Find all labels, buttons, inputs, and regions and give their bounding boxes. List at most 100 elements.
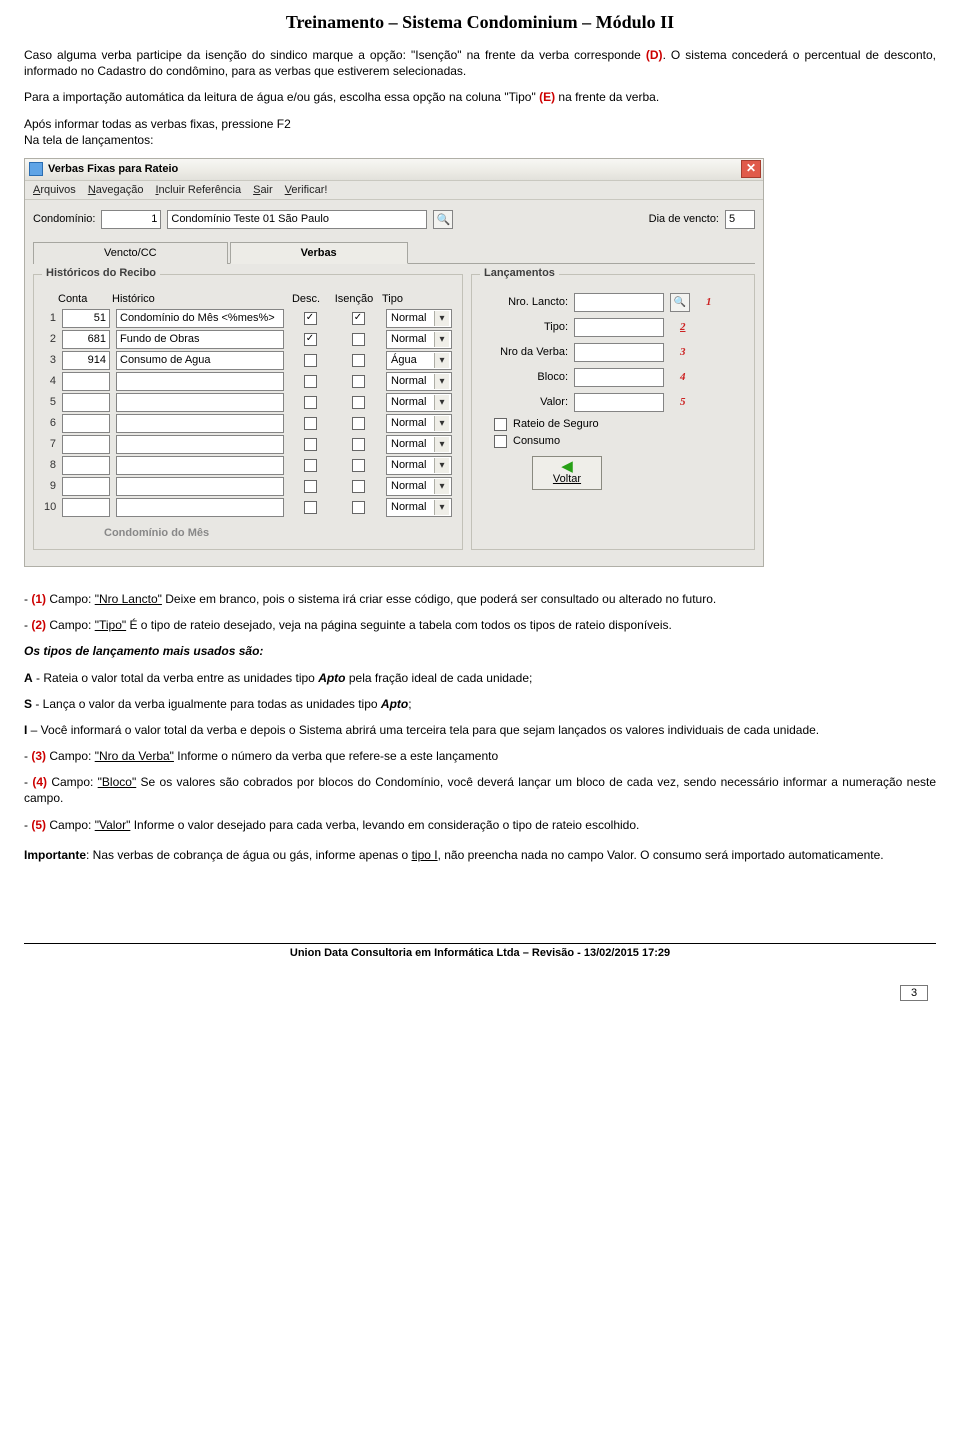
desc-checkbox[interactable] <box>304 375 317 388</box>
menu-incluir[interactable]: Incluir Referência <box>155 184 241 196</box>
tipo-select[interactable]: Normal <box>386 435 452 454</box>
doc-title: Treinamento – Sistema Condominium – Módu… <box>24 12 936 33</box>
tipo-select[interactable]: Normal <box>386 456 452 475</box>
dia-vencto-input[interactable] <box>725 210 755 229</box>
condominio-num-input[interactable] <box>101 210 161 229</box>
table-row: 5Normal <box>44 393 452 412</box>
text: , não preencha nada no campo Valor. O co… <box>438 848 884 862</box>
conta-input[interactable] <box>62 330 110 349</box>
desc-checkbox[interactable]: ✓ <box>304 333 317 346</box>
conta-input[interactable] <box>62 309 110 328</box>
table-row: 10Normal <box>44 498 452 517</box>
isencao-checkbox[interactable] <box>352 459 365 472</box>
tipo-select[interactable]: Normal <box>386 393 452 412</box>
historico-input[interactable] <box>116 309 284 328</box>
explain-4: - (4) Campo: "Bloco" Se os valores são c… <box>24 774 936 806</box>
tipo-input[interactable] <box>574 318 664 337</box>
nro-verba-input[interactable] <box>574 343 664 362</box>
isencao-checkbox[interactable] <box>352 480 365 493</box>
historico-input[interactable] <box>116 393 284 412</box>
annotation-5: 5 <box>680 396 686 408</box>
isencao-checkbox[interactable] <box>352 438 365 451</box>
isencao-checkbox[interactable] <box>352 375 365 388</box>
dia-vencto-label: Dia de vencto: <box>649 213 719 225</box>
search-icon[interactable]: 🔍 <box>433 210 453 229</box>
menu-arquivos[interactable]: Arquivos <box>33 184 76 196</box>
legend-historicos: Históricos do Recibo <box>42 267 160 279</box>
tipo-select[interactable]: Normal <box>386 414 452 433</box>
condominio-label: Condomínio: <box>33 213 95 225</box>
isencao-checkbox[interactable] <box>352 396 365 409</box>
historico-input[interactable] <box>116 351 284 370</box>
desc-checkbox[interactable] <box>304 417 317 430</box>
field-name: "Tipo" <box>95 618 126 632</box>
text: Campo: <box>46 818 95 832</box>
conta-input[interactable] <box>62 477 110 496</box>
conta-input[interactable] <box>62 372 110 391</box>
desc-checkbox[interactable] <box>304 354 317 367</box>
tipo-select[interactable]: Normal <box>386 309 452 328</box>
historico-input[interactable] <box>116 477 284 496</box>
annotation-3: 3 <box>680 346 686 358</box>
conta-input[interactable] <box>62 435 110 454</box>
desc-checkbox[interactable] <box>304 501 317 514</box>
hdr-isencao: Isenção <box>332 293 376 305</box>
page-number: 3 <box>900 985 928 1001</box>
desc-checkbox[interactable] <box>304 438 317 451</box>
historico-input[interactable] <box>116 372 284 391</box>
text: Deixe em branco, pois o sistema irá cria… <box>162 592 716 606</box>
desc-checkbox[interactable] <box>304 396 317 409</box>
text: – Você informará o valor total da verba … <box>27 723 819 737</box>
tab-vencto[interactable]: Vencto/CC <box>33 242 228 264</box>
menu-sair[interactable]: Sair <box>253 184 273 196</box>
historico-input[interactable] <box>116 456 284 475</box>
conta-input[interactable] <box>62 393 110 412</box>
desc-checkbox[interactable] <box>304 480 317 493</box>
isencao-checkbox[interactable] <box>352 354 365 367</box>
tipo-select[interactable]: Água <box>386 351 452 370</box>
bloco-input[interactable] <box>574 368 664 387</box>
menu-verificar[interactable]: Verificar! <box>285 184 328 196</box>
desc-checkbox[interactable]: ✓ <box>304 312 317 325</box>
search-icon[interactable]: 🔍 <box>670 293 690 312</box>
nro-lancto-input[interactable] <box>574 293 664 312</box>
row-num: 1 <box>44 312 56 324</box>
historico-input[interactable] <box>116 414 284 433</box>
text: na frente da verba. <box>555 90 659 104</box>
tipo-select[interactable]: Normal <box>386 498 452 517</box>
historico-input[interactable] <box>116 435 284 454</box>
tipo-select[interactable]: Normal <box>386 477 452 496</box>
condominio-nome-input[interactable] <box>167 210 427 229</box>
explain-3: - (3) Campo: "Nro da Verba" Informe o nú… <box>24 748 936 764</box>
text: Campo: <box>47 775 98 789</box>
consumo-checkbox[interactable] <box>494 435 507 448</box>
conta-input[interactable] <box>62 456 110 475</box>
annotation-4: 4 <box>680 371 686 383</box>
close-button[interactable]: ✕ <box>741 160 761 178</box>
isencao-checkbox[interactable]: ✓ <box>352 312 365 325</box>
explain-5: - (5) Campo: "Valor" Informe o valor des… <box>24 817 936 833</box>
tipo-i-u: tipo I <box>412 848 438 862</box>
text: Se os valores são cobrados por blocos do… <box>24 775 936 805</box>
menu-navegacao[interactable]: Navegação <box>88 184 144 196</box>
num-4: (4) <box>32 775 47 789</box>
tab-verbas[interactable]: Verbas <box>230 242 408 264</box>
isencao-checkbox[interactable] <box>352 333 365 346</box>
rateio-seguro-checkbox[interactable] <box>494 418 507 431</box>
tipo-select[interactable]: Normal <box>386 330 452 349</box>
letter-s: S <box>24 697 32 711</box>
voltar-button[interactable]: ◀ Voltar <box>532 456 602 490</box>
text: Informe o valor desejado para cada verba… <box>130 818 639 832</box>
conta-input[interactable] <box>62 414 110 433</box>
historico-input[interactable] <box>116 498 284 517</box>
apto: Apto <box>381 697 408 711</box>
valor-input[interactable] <box>574 393 664 412</box>
isencao-checkbox[interactable] <box>352 417 365 430</box>
historico-input[interactable] <box>116 330 284 349</box>
conta-input[interactable] <box>62 498 110 517</box>
desc-checkbox[interactable] <box>304 459 317 472</box>
tipo-select[interactable]: Normal <box>386 372 452 391</box>
isencao-checkbox[interactable] <box>352 501 365 514</box>
text: Caso alguma verba participe da isenção d… <box>24 48 646 62</box>
conta-input[interactable] <box>62 351 110 370</box>
